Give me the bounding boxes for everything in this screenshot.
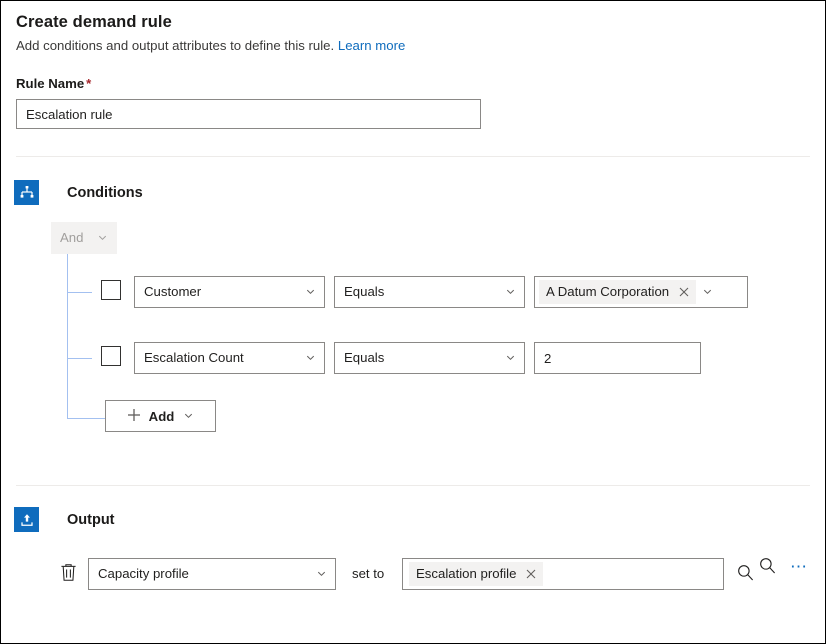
conditions-section-title: Conditions [67, 185, 143, 201]
chevron-down-icon[interactable] [702, 285, 713, 300]
condition-operator-value: Equals [344, 343, 499, 373]
page-subtitle-text: Add conditions and output attributes to … [16, 38, 334, 53]
set-to-label: set to [352, 558, 384, 590]
selected-value-tag-label: Escalation profile [416, 562, 516, 586]
add-condition-button[interactable]: Add [105, 400, 216, 432]
required-indicator: * [86, 76, 91, 91]
plus-icon [127, 408, 141, 425]
selected-value-tag: A Datum Corporation [539, 280, 696, 304]
learn-more-link[interactable]: Learn more [338, 38, 405, 53]
add-condition-button-label: Add [149, 409, 175, 424]
chevron-down-icon [505, 351, 516, 366]
create-demand-rule-panel: Create demand rule Add conditions and ou… [0, 0, 826, 644]
output-section-header: Output [14, 507, 115, 532]
condition-operator-value: Equals [344, 277, 499, 307]
output-value-lookup[interactable]: Escalation profile [402, 558, 724, 590]
section-divider-conditions [16, 156, 810, 157]
condition-value-input[interactable] [534, 342, 701, 374]
page-title: Create demand rule [16, 12, 810, 32]
condition-operator-dropdown[interactable]: Equals [334, 342, 525, 374]
page-subtitle: Add conditions and output attributes to … [16, 37, 810, 55]
condition-row-checkbox[interactable] [101, 280, 121, 300]
condition-value-lookup[interactable]: A Datum Corporation [534, 276, 748, 308]
section-divider-output [16, 485, 810, 486]
upload-icon [14, 507, 39, 532]
output-value-search-button[interactable] [732, 561, 758, 587]
trash-icon [60, 563, 77, 585]
chevron-down-icon [305, 351, 316, 366]
search-icon [758, 556, 777, 578]
rule-name-label-text: Rule Name [16, 76, 84, 91]
hierarchy-icon [14, 180, 39, 205]
search-icon [736, 563, 755, 585]
tree-branch-line-add [67, 418, 105, 419]
condition-attribute-value: Customer [144, 277, 299, 307]
condition-attribute-value: Escalation Count [144, 343, 299, 373]
condition-row: Customer Equals A Datum Corporation [1, 276, 825, 308]
chevron-down-icon [316, 567, 327, 582]
chevron-down-icon [305, 285, 316, 300]
selected-value-tag: Escalation profile [409, 562, 543, 586]
close-icon[interactable] [522, 565, 540, 583]
chevron-down-icon [505, 285, 516, 300]
condition-attribute-dropdown[interactable]: Customer [134, 276, 325, 308]
delete-output-button[interactable] [57, 562, 79, 586]
selected-value-tag-label: A Datum Corporation [546, 280, 669, 304]
rule-name-input[interactable] [16, 99, 481, 129]
chevron-down-icon [183, 409, 194, 424]
logic-operator-label: And [60, 222, 83, 254]
ellipsis-icon: ⋯ [790, 562, 808, 572]
page-header: Create demand rule Add conditions and ou… [16, 12, 810, 55]
condition-attribute-dropdown[interactable]: Escalation Count [134, 342, 325, 374]
conditions-section-header: Conditions [14, 180, 143, 205]
condition-row: Escalation Count Equals ⋯ [1, 342, 825, 374]
rule-name-placeholder-source: Enter rule name [1, 1, 2, 2]
chevron-down-icon [97, 231, 108, 246]
condition-row-more-button[interactable]: ⋯ [787, 555, 811, 579]
close-icon[interactable] [675, 283, 693, 301]
output-attribute-dropdown[interactable]: Capacity profile [88, 558, 336, 590]
rule-name-label: Rule Name* [16, 76, 91, 92]
output-section-title: Output [67, 512, 115, 528]
condition-row-checkbox[interactable] [101, 346, 121, 366]
condition-operator-dropdown[interactable]: Equals [334, 276, 525, 308]
output-attribute-value: Capacity profile [98, 559, 310, 589]
logic-operator-dropdown[interactable]: And [51, 222, 117, 254]
